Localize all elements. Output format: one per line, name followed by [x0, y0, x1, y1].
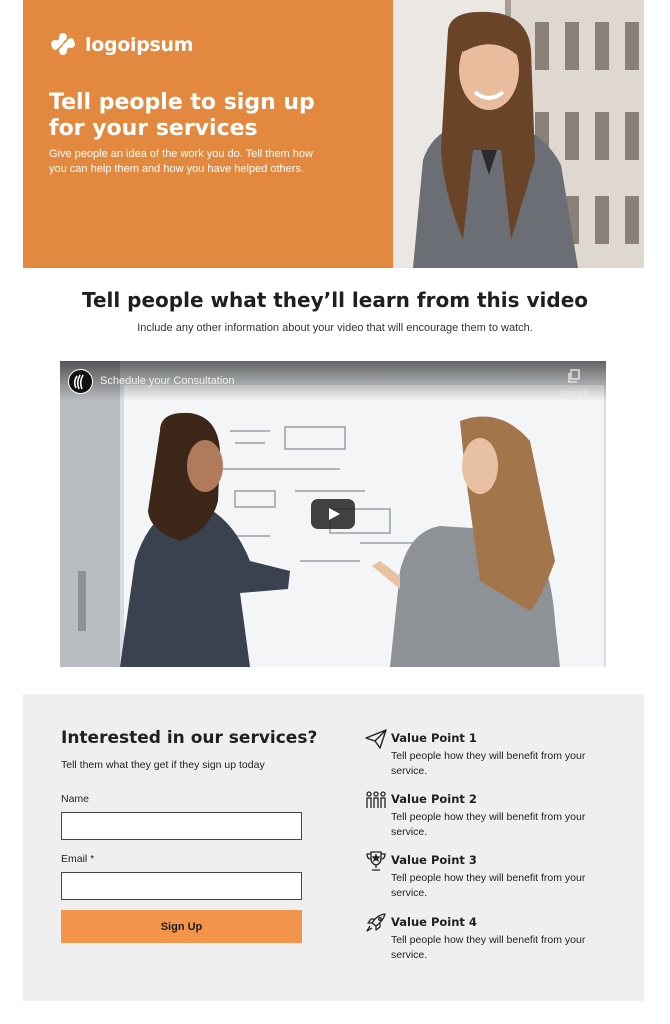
channel-avatar-icon[interactable] — [68, 369, 93, 394]
logo-mark-icon — [51, 33, 75, 55]
hero-description: Give people an idea of the work you do. … — [49, 148, 313, 175]
trophy-icon — [366, 851, 386, 871]
video-section-title: Tell people what they’ll learn from this… — [81, 288, 589, 312]
copy-icon — [568, 369, 580, 383]
email-label: Email * — [61, 853, 95, 865]
hero-photo — [393, 0, 644, 268]
hero-banner: logoipsum Tell people to sign up for you… — [23, 0, 644, 268]
logo[interactable]: logoipsum — [49, 31, 194, 59]
value-point-description: Tell people how they will benefit from y… — [391, 750, 586, 777]
play-button[interactable] — [311, 499, 355, 529]
value-point-title: Value Point 4 — [391, 915, 477, 929]
value-point-title: Value Point 3 — [391, 853, 477, 867]
video-title[interactable]: Schedule your Consultation — [100, 375, 235, 387]
video-player[interactable]: Schedule your Consultation Copy link — [60, 361, 606, 667]
value-point-description: Tell people how they will benefit from y… — [391, 872, 586, 899]
paper-plane-icon — [365, 729, 387, 749]
hero-title-line-2: for your services — [49, 116, 258, 141]
email-field[interactable] — [61, 872, 302, 900]
signup-section: Interested in our services? Tell them wh… — [23, 694, 644, 1001]
name-field[interactable] — [61, 812, 302, 840]
hero-title: Tell people to sign up for your services — [49, 90, 349, 142]
form-title: Interested in our services? — [61, 728, 318, 748]
copy-link-label: Copy link — [559, 390, 589, 397]
value-point-title: Value Point 2 — [391, 792, 477, 806]
rocket-icon — [366, 913, 386, 932]
name-label: Name — [61, 793, 90, 805]
value-point-title: Value Point 1 — [391, 731, 477, 745]
form-subtitle: Tell them what they get if they sign up … — [61, 759, 265, 771]
hero-title-line-1: Tell people to sign up — [49, 90, 315, 115]
value-point-description: Tell people how they will benefit from y… — [391, 934, 586, 961]
logo-text: logoipsum — [85, 34, 194, 56]
copy-link-button[interactable]: Copy link — [554, 369, 594, 397]
video-section-subtitle: Include any other information about your… — [137, 322, 533, 334]
people-group-icon — [366, 791, 386, 808]
value-point-description: Tell people how they will benefit from y… — [391, 811, 586, 838]
sign-up-button[interactable]: Sign Up — [61, 910, 302, 943]
